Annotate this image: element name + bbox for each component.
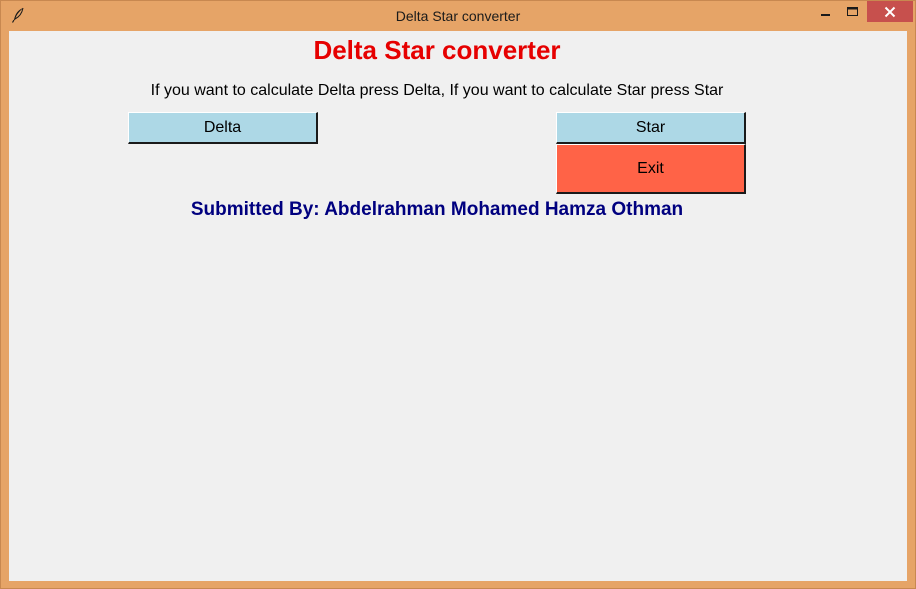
page-title: Delta Star converter	[313, 35, 561, 65]
window-title: Delta Star converter	[395, 8, 521, 24]
maximize-icon	[846, 6, 858, 16]
delta-button[interactable]: Delta	[128, 112, 318, 144]
star-button[interactable]: Star	[556, 112, 746, 144]
exit-button[interactable]: Exit	[556, 144, 746, 194]
submitted-by-label: Submitted By: Abdelrahman Mohamed Hamza …	[190, 199, 684, 220]
minimize-icon	[821, 13, 830, 16]
close-button[interactable]	[867, 1, 913, 22]
client-area: Delta Star converter If you want to calc…	[9, 31, 907, 581]
title-bar[interactable]: Delta Star converter	[1, 1, 915, 31]
minimize-button[interactable]	[815, 1, 837, 22]
close-icon	[884, 6, 896, 17]
star-button-label: Star	[635, 118, 666, 136]
exit-button-label: Exit	[637, 159, 664, 177]
app-window: Delta Star converter Delta Star converte…	[0, 0, 916, 589]
instruction-label: If you want to calculate Delta press Del…	[150, 82, 724, 99]
delta-button-label: Delta	[203, 118, 242, 136]
maximize-button[interactable]	[839, 1, 865, 22]
